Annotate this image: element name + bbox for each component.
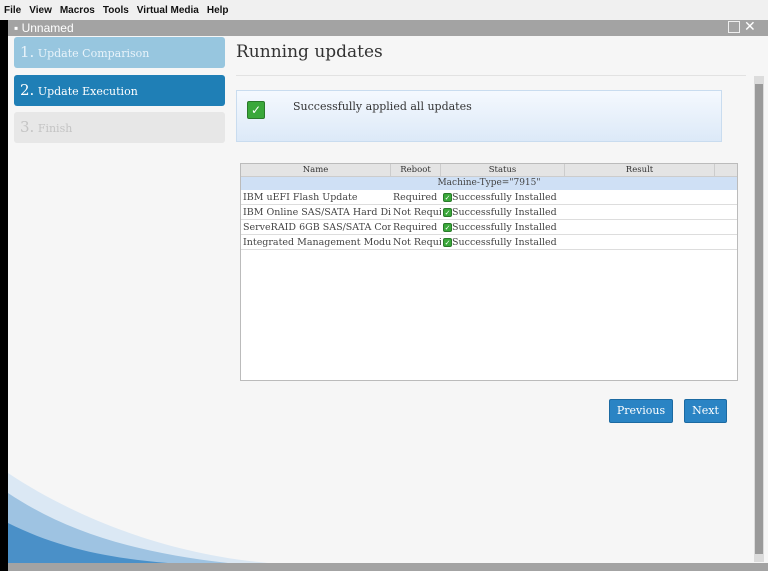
column-result[interactable]: Result bbox=[565, 164, 715, 176]
step-number: 1. bbox=[20, 43, 35, 61]
step-update-execution[interactable]: 2. Update Execution bbox=[14, 75, 225, 106]
cell-reboot: Not Requir bbox=[393, 207, 441, 218]
step-label: Update Execution bbox=[37, 85, 138, 98]
cell-status: ✓ Successfully Installed bbox=[441, 220, 565, 234]
menu-file[interactable]: File bbox=[0, 5, 25, 16]
check-icon: ✓ bbox=[443, 193, 452, 202]
vertical-scrollbar[interactable] bbox=[754, 76, 764, 562]
cell-reboot: Required bbox=[393, 222, 438, 233]
status-text: Successfully Installed bbox=[452, 237, 557, 248]
menu-bar: File View Macros Tools Virtual Media Hel… bbox=[0, 0, 768, 20]
wizard-window: 1. Update Comparison 2. Update Execution… bbox=[8, 36, 768, 563]
cell-status: ✓ Successfully Installed bbox=[441, 235, 565, 249]
check-icon: ✓ bbox=[443, 238, 452, 247]
cell-status: ✓ Successfully Installed bbox=[441, 190, 565, 204]
check-icon: ✓ bbox=[247, 101, 265, 119]
previous-button[interactable]: Previous bbox=[609, 399, 673, 423]
status-text: Successfully Installed bbox=[452, 192, 557, 203]
step-number: 2. bbox=[20, 81, 35, 99]
table-row[interactable]: Integrated Management Module 2 Not Requi… bbox=[241, 235, 737, 250]
window-title: Unnamed bbox=[21, 21, 74, 35]
table-row[interactable]: IBM Online SAS/SATA Hard Disk D Not Requ… bbox=[241, 205, 737, 220]
cell-result bbox=[565, 220, 715, 234]
group-row[interactable]: Machine-Type="7915" bbox=[241, 177, 737, 190]
step-update-comparison[interactable]: 1. Update Comparison bbox=[14, 37, 225, 68]
success-banner: ✓ Successfully applied all updates bbox=[236, 90, 722, 142]
cell-result bbox=[565, 235, 715, 249]
table-header: Name Reboot Status Result bbox=[241, 164, 737, 177]
success-message: Successfully applied all updates bbox=[293, 100, 472, 113]
step-finish: 3. Finish bbox=[14, 112, 225, 143]
status-text: Successfully Installed bbox=[452, 222, 557, 233]
scrollbar-thumb[interactable] bbox=[755, 84, 763, 554]
cell-status: ✓ Successfully Installed bbox=[441, 205, 565, 219]
cell-result bbox=[565, 190, 715, 204]
step-label: Finish bbox=[37, 122, 73, 135]
window-icon: ▪ bbox=[14, 21, 22, 35]
status-text: Successfully Installed bbox=[452, 207, 557, 218]
table-row[interactable]: IBM uEFI Flash Update Required ✓ Successf… bbox=[241, 190, 737, 205]
menu-tools[interactable]: Tools bbox=[99, 5, 133, 16]
menu-virtual-media[interactable]: Virtual Media bbox=[133, 5, 203, 16]
background-wave bbox=[8, 473, 268, 563]
divider bbox=[236, 75, 746, 76]
cell-name: IBM uEFI Flash Update bbox=[243, 192, 358, 203]
status-bar bbox=[8, 563, 768, 571]
column-name[interactable]: Name bbox=[241, 164, 391, 176]
updates-table: Name Reboot Status Result Machine-Type="… bbox=[240, 163, 738, 381]
page-title: Running updates bbox=[236, 42, 383, 62]
cell-result bbox=[565, 205, 715, 219]
step-number: 3. bbox=[20, 118, 35, 136]
maximize-icon[interactable] bbox=[728, 21, 740, 33]
cell-name: IBM Online SAS/SATA Hard Disk D bbox=[243, 207, 391, 218]
next-button[interactable]: Next bbox=[684, 399, 727, 423]
column-status[interactable]: Status bbox=[441, 164, 565, 176]
check-icon: ✓ bbox=[443, 208, 452, 217]
close-icon[interactable]: ✕ bbox=[744, 19, 756, 33]
window-titlebar: ▪ Unnamed ✕ bbox=[8, 19, 768, 36]
step-label: Update Comparison bbox=[37, 47, 150, 60]
cell-reboot: Required bbox=[393, 192, 438, 203]
cell-reboot: Not Requir bbox=[393, 237, 441, 248]
check-icon: ✓ bbox=[443, 223, 452, 232]
cell-name: ServeRAID 6GB SAS/SATA Controll bbox=[243, 222, 391, 233]
cell-name: Integrated Management Module 2 bbox=[243, 237, 391, 248]
menu-help[interactable]: Help bbox=[203, 5, 233, 16]
table-row[interactable]: ServeRAID 6GB SAS/SATA Controll Required… bbox=[241, 220, 737, 235]
menu-macros[interactable]: Macros bbox=[56, 5, 99, 16]
menu-view[interactable]: View bbox=[25, 5, 56, 16]
column-reboot[interactable]: Reboot bbox=[391, 164, 441, 176]
